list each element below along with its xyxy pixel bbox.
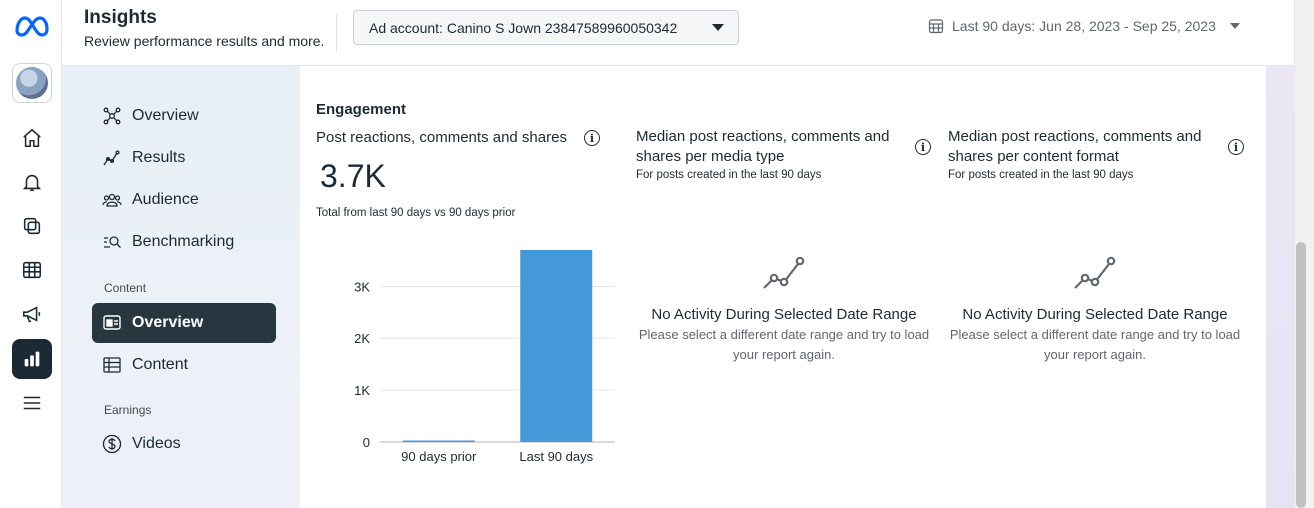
nav-item-content-overview[interactable]: Overview <box>92 303 276 343</box>
caret-down-icon <box>712 24 724 31</box>
info-icon[interactable]: i <box>1228 139 1244 155</box>
meta-logo-icon[interactable] <box>14 14 50 38</box>
header-divider <box>336 14 337 52</box>
section-title: Engagement <box>316 101 407 118</box>
nav-item-label: Results <box>132 149 186 166</box>
metric-note: Total from last 90 days vs 90 days prior <box>316 207 516 219</box>
y-tick-label: 0 <box>363 435 370 450</box>
megaphone-icon[interactable] <box>12 294 52 334</box>
people-icon <box>102 193 122 207</box>
pages-icon[interactable] <box>12 206 52 246</box>
left-rail <box>0 0 62 508</box>
y-tick-label: 2K <box>354 331 370 346</box>
bar-chart-icon[interactable] <box>12 339 52 379</box>
nodes-icon <box>103 107 121 125</box>
nav-item-benchmarking[interactable]: Benchmarking <box>92 222 276 262</box>
info-icon[interactable]: i <box>584 130 600 146</box>
grid-icon <box>103 357 121 373</box>
dollar-icon <box>102 434 122 454</box>
caret-down-icon <box>1229 23 1240 29</box>
nav-item-videos[interactable]: Videos <box>92 424 276 464</box>
nav-item-audience[interactable]: Audience <box>92 180 276 220</box>
nav-item-label: Content <box>132 356 189 373</box>
metric-note: For posts created in the last 90 days <box>636 169 822 181</box>
empty-state-text: Please select a different date range and… <box>638 327 930 362</box>
x-tick-label: 90 days prior <box>401 449 477 464</box>
line-chart-icon <box>763 256 805 289</box>
metric-value: 3.7K <box>320 158 386 194</box>
trend-icon <box>103 150 120 166</box>
nav-item-label: Benchmarking <box>132 233 235 250</box>
metric-note: For posts created in the last 90 days <box>948 169 1134 181</box>
nav-item-overview[interactable]: Overview <box>92 96 276 136</box>
engagement-bar-chart: 0 1K 2K 3K 90 days prior Last 90 days <box>354 250 615 464</box>
date-range-picker[interactable]: Last 90 days: Jun 28, 2023 - Sep 25, 202… <box>928 18 1240 34</box>
x-tick-label: Last 90 days <box>519 449 593 464</box>
nav-item-label: Overview <box>132 314 204 331</box>
empty-state: No Activity During Selected Date Range P… <box>945 254 1245 365</box>
metric-title: Median post reactions, comments and shar… <box>948 128 1202 165</box>
right-gutter <box>1266 66 1294 508</box>
empty-state-title: No Activity During Selected Date Range <box>962 306 1228 323</box>
empty-state-text: Please select a different date range and… <box>949 327 1241 362</box>
scrollbar-thumb[interactable] <box>1296 242 1306 508</box>
bar <box>402 440 475 442</box>
avatar-image <box>16 67 48 99</box>
calendar-icon <box>928 19 944 34</box>
table-icon[interactable] <box>12 250 52 290</box>
y-tick-label: 3K <box>354 279 370 294</box>
benchmark-icon <box>104 236 121 248</box>
nav-item-content[interactable]: Content <box>92 345 276 385</box>
menu-icon[interactable] <box>12 383 52 423</box>
y-tick-label: 1K <box>354 383 370 398</box>
nav-item-label: Audience <box>132 191 199 208</box>
nav-section-content: Content <box>104 281 147 295</box>
home-icon[interactable] <box>12 118 52 158</box>
page-subtitle: Review performance results and more. <box>84 33 325 49</box>
nav-item-results[interactable]: Results <box>92 138 276 178</box>
bell-icon[interactable] <box>12 162 52 202</box>
metric-title: Median post reactions, comments and shar… <box>636 128 890 165</box>
bar <box>520 250 593 442</box>
nav-item-label: Videos <box>132 435 181 452</box>
empty-state: No Activity During Selected Date Range P… <box>634 254 934 365</box>
metric-title: Post reactions, comments and shares <box>316 129 567 146</box>
nav-section-earnings: Earnings <box>104 403 152 417</box>
account-avatar[interactable] <box>12 63 52 103</box>
date-range-label: Last 90 days: Jun 28, 2023 - Sep 25, 202… <box>952 18 1216 34</box>
page-header: Insights Review performance results and … <box>62 0 1294 66</box>
cards-icon <box>103 315 121 330</box>
page-title: Insights <box>84 7 157 28</box>
ad-account-dropdown[interactable]: Ad account: Canino S Jown 23847589960050… <box>353 10 739 45</box>
empty-state-title: No Activity During Selected Date Range <box>651 306 917 323</box>
ad-account-label: Ad account: Canino S Jown 23847589960050… <box>369 19 678 36</box>
line-chart-icon <box>1074 256 1116 289</box>
nav-item-label: Overview <box>132 107 199 124</box>
info-icon[interactable]: i <box>915 139 931 155</box>
